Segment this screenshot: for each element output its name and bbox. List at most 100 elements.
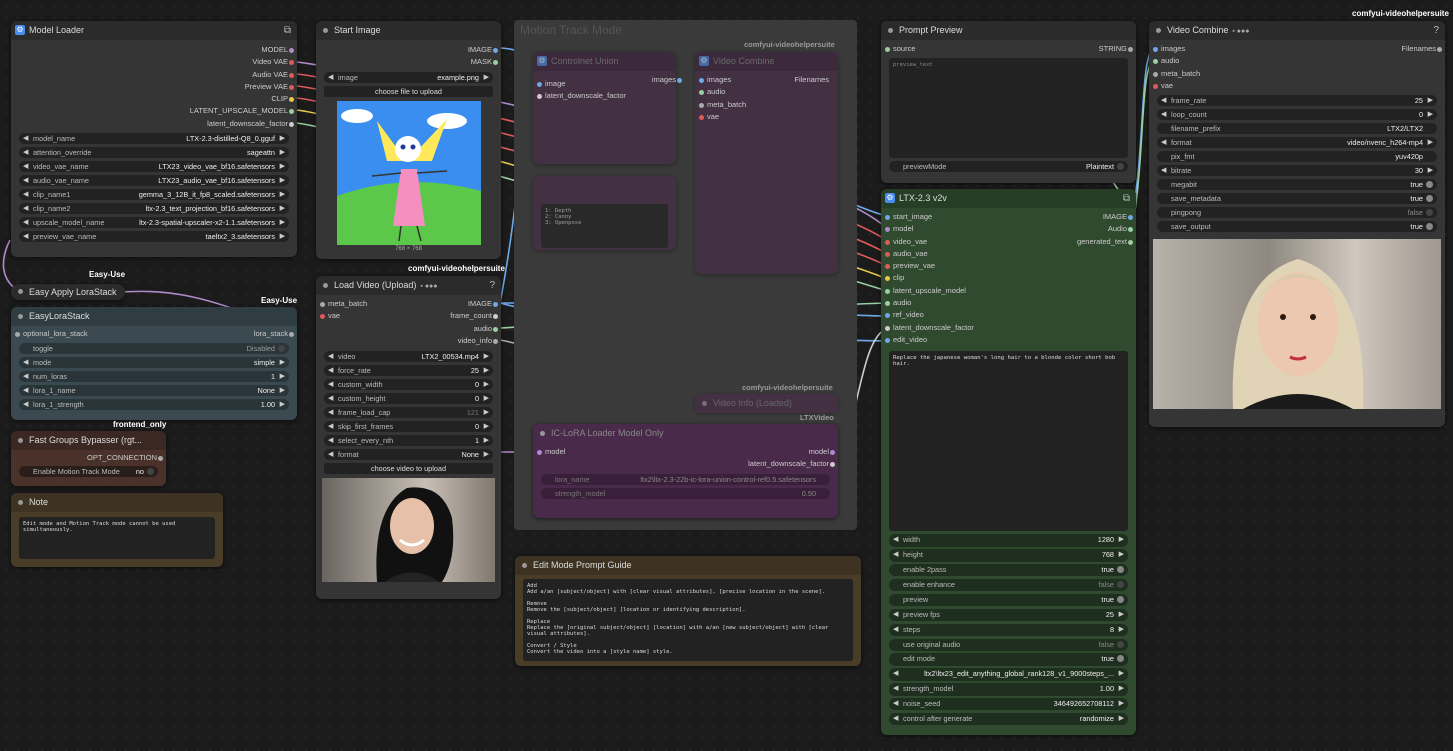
controlnet-node[interactable]: ⚙ Controlnet Union: [533, 52, 676, 164]
increment-arrow[interactable]: ▶: [1119, 624, 1124, 636]
custom-width-widget[interactable]: ◀ custom_width 0 ▶: [324, 379, 493, 391]
output-slot[interactable]: [830, 450, 835, 455]
toggle-knob[interactable]: [1117, 595, 1124, 603]
attention-widget[interactable]: ◀ attention_override sageattn ▶: [19, 147, 289, 159]
increment-arrow[interactable]: ▶: [1119, 683, 1124, 695]
output-slot[interactable]: [289, 84, 294, 90]
note-text[interactable]: Edit mode and Motion Track mode cannot b…: [19, 517, 215, 559]
format-widget[interactable]: ◀ format video/nvenc_h264-mp4 ▶: [1157, 137, 1437, 149]
output-slot[interactable]: [493, 60, 498, 66]
lora-select-widget[interactable]: ◀ ltx2\ltx23_edit_anything_global_rank128…: [889, 668, 1128, 681]
input-slot[interactable]: [1153, 71, 1158, 77]
collapse-dot[interactable]: [18, 289, 23, 294]
ltx-v2v-node[interactable]: ⚙ LTX-2.3 v2v ⧉ start_image IMAGE model Audi…: [881, 189, 1136, 735]
help-icon[interactable]: ?: [489, 276, 495, 295]
filename-prefix-widget[interactable]: filename_prefix LTX2/LTX2: [1157, 123, 1437, 135]
output-slot[interactable]: [493, 48, 498, 53]
input-slot[interactable]: [885, 288, 890, 294]
decrement-arrow[interactable]: ◀: [1161, 137, 1166, 148]
enable-enhance-widget[interactable]: enable enhance false: [889, 578, 1128, 592]
input-slot[interactable]: [15, 332, 20, 337]
note-node[interactable]: Note Edit mode and Motion Track mode can…: [11, 493, 223, 567]
model-loader-node[interactable]: ⚙ Model Loader ⧉ MODEL Video VAE Audio VAE…: [11, 21, 297, 257]
increment-arrow[interactable]: ▶: [1119, 609, 1124, 621]
select-every-nth-widget[interactable]: ◀ select_every_nth 1 ▶: [324, 435, 493, 447]
decrement-arrow[interactable]: ◀: [893, 534, 898, 546]
noise-seed-widget[interactable]: ◀ noise_seed 346492652708112 ▶: [889, 698, 1128, 711]
decrement-arrow[interactable]: ◀: [893, 609, 898, 621]
start-image-node[interactable]: Start Image IMAGE MASK ◀ image example.png…: [316, 21, 501, 259]
output-slot[interactable]: [289, 72, 294, 78]
output-slot[interactable]: [830, 462, 835, 468]
input-slot[interactable]: [885, 313, 890, 319]
decrement-arrow[interactable]: ◀: [893, 668, 898, 680]
preview-vae-widget[interactable]: ◀ preview_vae_name taeltx2_3.safetensors ▶: [19, 231, 289, 243]
bitrate-widget[interactable]: ◀ bitrate 30 ▶: [1157, 165, 1437, 177]
preview-mode-widget[interactable]: previewMode Plaintext: [889, 161, 1128, 173]
output-slot[interactable]: [677, 78, 682, 83]
input-slot[interactable]: [885, 276, 890, 282]
output-slot[interactable]: [158, 456, 163, 461]
input-slot[interactable]: [1153, 83, 1158, 89]
input-slot[interactable]: [885, 337, 890, 343]
frame-rate-widget[interactable]: ◀ frame_rate 25 ▶: [1157, 95, 1437, 107]
model-name-widget[interactable]: ◀ model_name LTX-2.3-distilled-Q8_0.gguf ▶: [19, 133, 289, 145]
easy-apply-lora-node[interactable]: Easy Apply LoraStack: [11, 284, 125, 300]
strength-model-widget[interactable]: ◀ strength_model 1.00 ▶: [889, 683, 1128, 696]
decrement-arrow[interactable]: ◀: [893, 683, 898, 695]
choose-video-button[interactable]: choose video to upload: [324, 463, 493, 475]
toggle-knob[interactable]: [1117, 566, 1124, 574]
enable-2pass-widget[interactable]: enable 2pass true: [889, 564, 1128, 577]
toggle-knob[interactable]: [1426, 209, 1433, 217]
lora-1-strength-widget[interactable]: ◀ lora_1_strength 1.00 ▶: [19, 399, 289, 411]
output-slot[interactable]: [493, 338, 498, 344]
input-slot[interactable]: [885, 215, 890, 220]
expand-icon[interactable]: ⧉: [284, 21, 291, 40]
decrement-arrow[interactable]: ◀: [1161, 109, 1166, 120]
video-combine-node[interactable]: Video Combine ▪ ●●●? images Filenames audi…: [1149, 21, 1445, 427]
edit-mode-widget[interactable]: edit mode true: [889, 653, 1128, 666]
frame-load-cap-widget[interactable]: ◀ frame_load_cap 121 ▶: [324, 407, 493, 419]
output-slot[interactable]: [1128, 47, 1133, 52]
toggle-knob[interactable]: [1426, 223, 1433, 231]
toggle-knob[interactable]: [1117, 655, 1124, 663]
ic-lora-name-widget[interactable]: lora_name ltx2\ltx-2.3-22b-ic-lora-union-…: [541, 473, 830, 485]
output-slot[interactable]: [493, 302, 498, 307]
edit-mode-guide-node[interactable]: Edit Mode Prompt Guide Add Add a/an [sub…: [515, 556, 861, 666]
decrement-arrow[interactable]: ◀: [1161, 95, 1166, 106]
output-slot[interactable]: [289, 48, 294, 53]
collapse-dot[interactable]: [18, 438, 23, 443]
ic-lora-strength-widget[interactable]: strength_model 0.50: [541, 487, 830, 499]
output-slot[interactable]: [493, 314, 498, 320]
decrement-arrow[interactable]: ◀: [893, 624, 898, 636]
collapse-dot[interactable]: [18, 314, 23, 319]
input-slot[interactable]: [885, 239, 890, 245]
collapse-dot[interactable]: [323, 28, 328, 33]
input-slot[interactable]: [699, 102, 704, 108]
load-video-node[interactable]: Load Video (Upload) ▪ ●●●? meta_batch IMAG…: [316, 276, 501, 599]
expand-icon[interactable]: ⧉: [1123, 189, 1130, 208]
input-slot[interactable]: [885, 47, 890, 52]
decrement-arrow[interactable]: ◀: [893, 549, 898, 561]
output-slot[interactable]: [289, 121, 294, 127]
custom-height-widget[interactable]: ◀ custom_height 0 ▶: [324, 393, 493, 405]
toggle-knob[interactable]: [1117, 640, 1124, 648]
control-after-generate-widget[interactable]: ◀ control after generate randomize ▶: [889, 712, 1128, 726]
preview-text[interactable]: preview_text: [889, 58, 1128, 159]
force-rate-widget[interactable]: ◀ force_rate 25 ▶: [324, 365, 493, 377]
input-slot[interactable]: [1153, 59, 1158, 65]
input-slot[interactable]: [537, 450, 542, 455]
input-slot[interactable]: [537, 82, 542, 87]
video-info-node[interactable]: Video Info (Loaded): [695, 394, 838, 413]
output-slot[interactable]: [1128, 239, 1133, 245]
toggle-knob[interactable]: [1117, 580, 1124, 588]
save-output-widget[interactable]: save_output true: [1157, 221, 1437, 233]
fast-groups-bypasser-node[interactable]: Fast Groups Bypasser (rgt... OPT_CONNECT…: [11, 431, 166, 486]
options-text[interactable]: 1: Depth 2: Canny 3: Openpose: [541, 204, 668, 248]
decrement-arrow[interactable]: ◀: [893, 698, 898, 710]
increment-arrow[interactable]: ▶: [1119, 668, 1124, 680]
lora-1-name-widget[interactable]: ◀ lora_1_name None ▶: [19, 385, 289, 397]
steps-widget[interactable]: ◀ steps 8 ▶: [889, 623, 1128, 636]
increment-arrow[interactable]: ▶: [1119, 698, 1124, 710]
controlnet-options-node[interactable]: 1: Depth 2: Canny 3: Openpose: [533, 176, 676, 250]
